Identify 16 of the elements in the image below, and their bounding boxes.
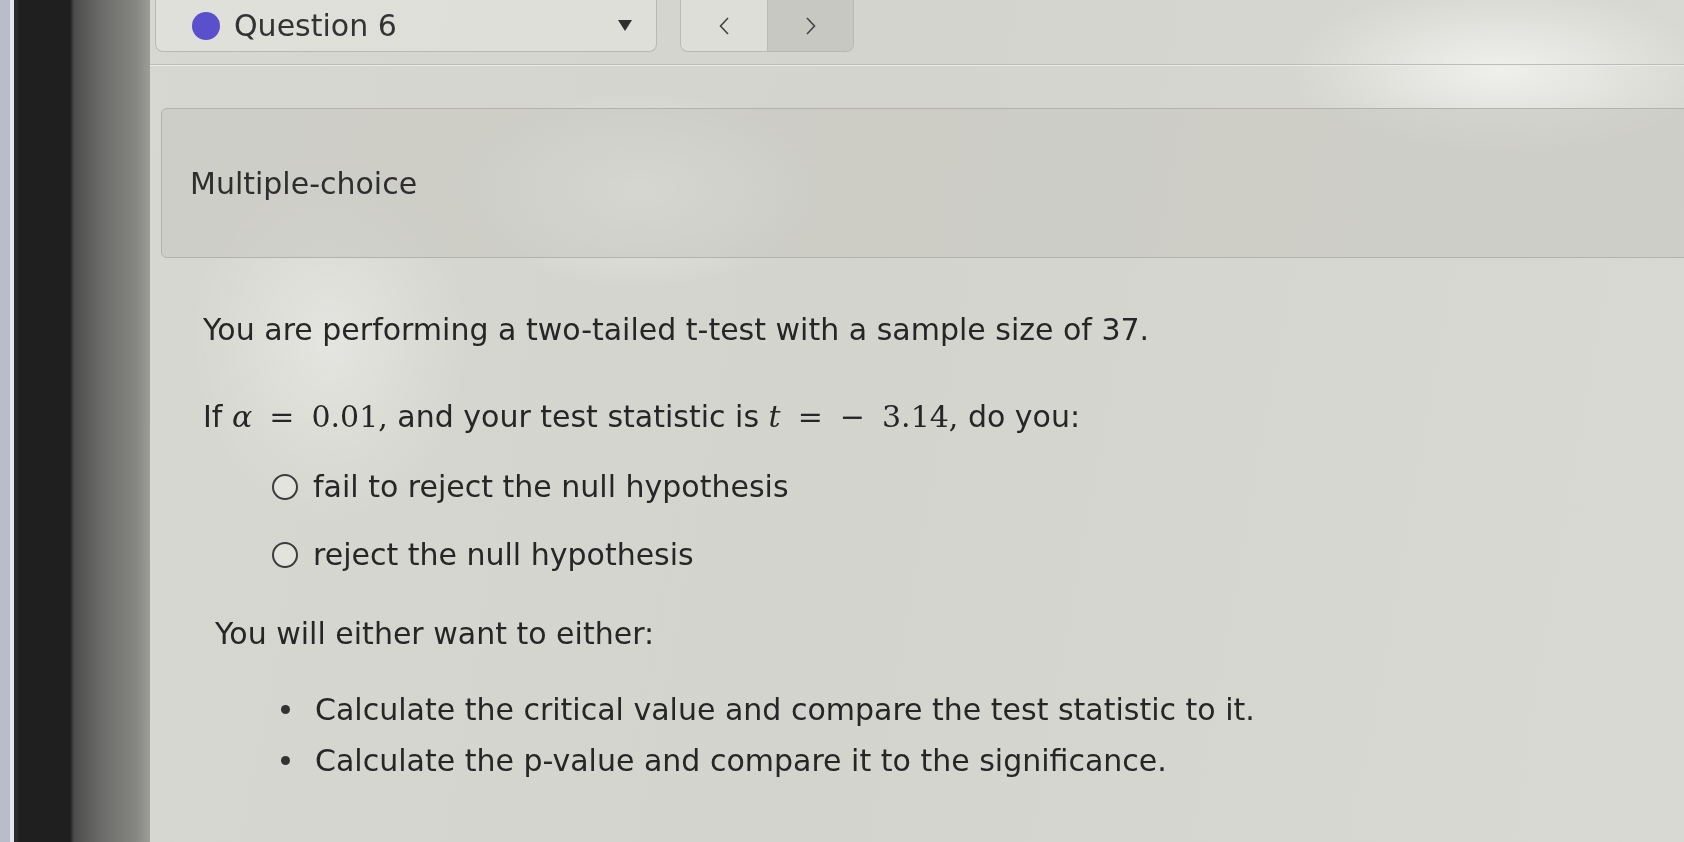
option-label[interactable]: fail to reject the null hypothesis bbox=[313, 468, 789, 505]
hint-text: You will either want to either: bbox=[215, 615, 656, 652]
chevron-right-icon bbox=[805, 16, 816, 35]
radio-button[interactable] bbox=[272, 473, 298, 500]
hint-list-item: Calculate the p-value and compare it to the significance. bbox=[315, 742, 1167, 779]
question-prompt: If α = 0.01, and your test statistic is t = − 3.14, do you: bbox=[203, 398, 1082, 435]
bullet-icon bbox=[281, 756, 290, 765]
bullet-icon bbox=[281, 705, 290, 714]
chevron-left-icon bbox=[719, 16, 729, 35]
radio-button[interactable] bbox=[272, 541, 298, 568]
option-label[interactable]: reject the null hypothesis bbox=[313, 536, 694, 573]
caret-icon bbox=[618, 20, 632, 31]
question-dropdown[interactable]: Question 6 bbox=[155, 0, 657, 52]
question-type-label: Multiple-choice bbox=[190, 164, 418, 203]
hint-list-item: Calculate the critical value and compare the test statistic to it. bbox=[315, 691, 1255, 728]
question-text: You are performing a two-tailed t-test with a sample size of 37. bbox=[203, 311, 1151, 348]
